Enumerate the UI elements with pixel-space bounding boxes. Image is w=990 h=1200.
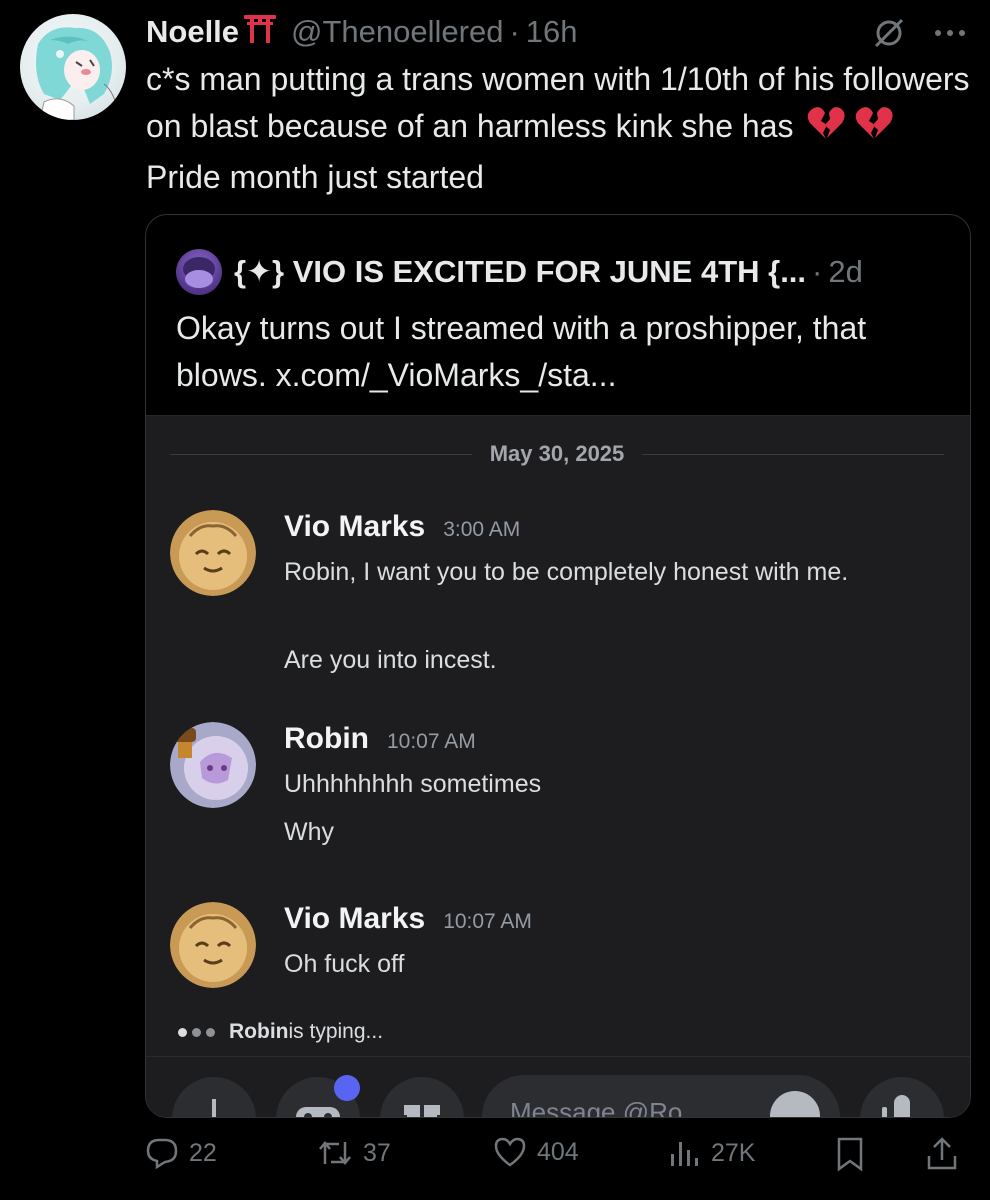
- separator-dot: ·: [812, 254, 823, 289]
- discord-screenshot[interactable]: May 30, 2025 Vio Marks 3:00 AM Robin, I …: [146, 415, 970, 1118]
- typing-suffix: is typing...: [288, 1020, 384, 1043]
- more-icon[interactable]: [932, 26, 968, 44]
- message-author: Robin: [284, 722, 369, 755]
- like-count: 404: [537, 1137, 579, 1166]
- views-icon: [671, 1142, 698, 1166]
- repost-icon: [319, 1141, 351, 1165]
- quote-tweet[interactable]: {✦} VIO IS EXCITED FOR JUNE 4TH {... · 2…: [145, 214, 971, 1118]
- add-attachment-button: [172, 1077, 256, 1117]
- emoji-icon: [770, 1091, 820, 1117]
- reply-button[interactable]: 22: [145, 1136, 217, 1170]
- divider-line: [170, 453, 472, 455]
- author-avatar-image: [36, 27, 117, 120]
- views-count: 27K: [711, 1138, 756, 1167]
- typing-indicator: Robin is typing...: [178, 1020, 383, 1044]
- message-text: Robin, I want you to be completely hones…: [284, 558, 849, 586]
- chat-input-bar: Message @Ro: [146, 1056, 970, 1118]
- action-bar: 22 37 404 27K: [145, 1136, 975, 1176]
- grok-icon[interactable]: [872, 16, 906, 55]
- tweet[interactable]: Noelle @Thenoellered · 16h c*s man putti…: [0, 0, 990, 1200]
- message-time: 10:07 AM: [443, 910, 532, 933]
- repost-count: 37: [363, 1138, 391, 1167]
- notification-dot: [334, 1075, 360, 1101]
- quote-timestamp[interactable]: 2d: [828, 254, 862, 290]
- typing-author: Robin: [229, 1020, 289, 1043]
- like-button[interactable]: 404: [493, 1136, 579, 1168]
- reply-icon: [146, 1138, 178, 1170]
- tweet-header: Noelle @Thenoellered · 16h: [146, 12, 578, 52]
- message-input-placeholder: Message @Ro: [510, 1097, 683, 1118]
- repost-button[interactable]: 37: [317, 1136, 391, 1170]
- message-header: Vio Marks 3:00 AM: [284, 510, 924, 550]
- tweet-text: c*s man putting a trans women with 1/10t…: [146, 56, 976, 201]
- message-author: Vio Marks: [284, 902, 426, 935]
- message-text: Why: [284, 818, 334, 846]
- views-button[interactable]: 27K: [667, 1136, 755, 1170]
- quote-header: {✦} VIO IS EXCITED FOR JUNE 4TH {... · 2…: [176, 249, 863, 295]
- display-name[interactable]: Noelle: [146, 14, 239, 50]
- handle[interactable]: @Thenoellered: [291, 14, 503, 50]
- bookmark-icon: [837, 1137, 863, 1172]
- date-divider: May 30, 2025: [170, 438, 945, 470]
- separator-dot: ·: [509, 14, 520, 49]
- message-input: Message @Ro: [482, 1075, 840, 1118]
- torii-gate-icon: [243, 12, 277, 52]
- message-author: Vio Marks: [284, 510, 426, 543]
- divider-line: [642, 453, 945, 455]
- message-content: Vio Marks 3:00 AM Robin, I want you to b…: [284, 510, 924, 678]
- microphone-button: [860, 1077, 944, 1117]
- share-button[interactable]: [925, 1136, 969, 1172]
- vio-avatar: [170, 902, 256, 988]
- broken-heart-icon: [806, 105, 846, 154]
- message-time: 3:00 AM: [443, 518, 521, 541]
- message-text: Are you into incest.: [284, 646, 497, 674]
- message-content: Vio Marks 10:07 AM Oh fuck off: [284, 902, 924, 982]
- quote-text: Okay turns out I streamed with a proship…: [176, 310, 867, 393]
- tweet-text-part2: Pride month just started: [146, 159, 484, 195]
- message-header: Robin 10:07 AM: [284, 722, 924, 762]
- reply-count: 22: [189, 1138, 217, 1167]
- date-label: May 30, 2025: [489, 441, 625, 466]
- robin-avatar: [170, 722, 256, 808]
- quote-display-name[interactable]: {✦} VIO IS EXCITED FOR JUNE 4TH {...: [234, 254, 806, 290]
- timestamp[interactable]: 16h: [526, 14, 578, 50]
- message-content: Robin 10:07 AM Uhhhhhhhh sometimes Why: [284, 722, 924, 850]
- message-header: Vio Marks 10:07 AM: [284, 902, 924, 942]
- vio-avatar: [170, 510, 256, 596]
- message-text: Oh fuck off: [284, 950, 405, 978]
- typing-dots-icon: [178, 1027, 215, 1037]
- gift-button: [380, 1077, 464, 1117]
- broken-heart-icon: [854, 105, 894, 154]
- bookmark-button[interactable]: [835, 1136, 875, 1172]
- share-icon: [927, 1137, 957, 1170]
- heart-icon: [494, 1137, 526, 1167]
- author-avatar[interactable]: [20, 14, 126, 120]
- quote-avatar[interactable]: [176, 249, 222, 295]
- message-time: 10:07 AM: [386, 730, 476, 753]
- message-text: Uhhhhhhhh sometimes: [284, 770, 542, 798]
